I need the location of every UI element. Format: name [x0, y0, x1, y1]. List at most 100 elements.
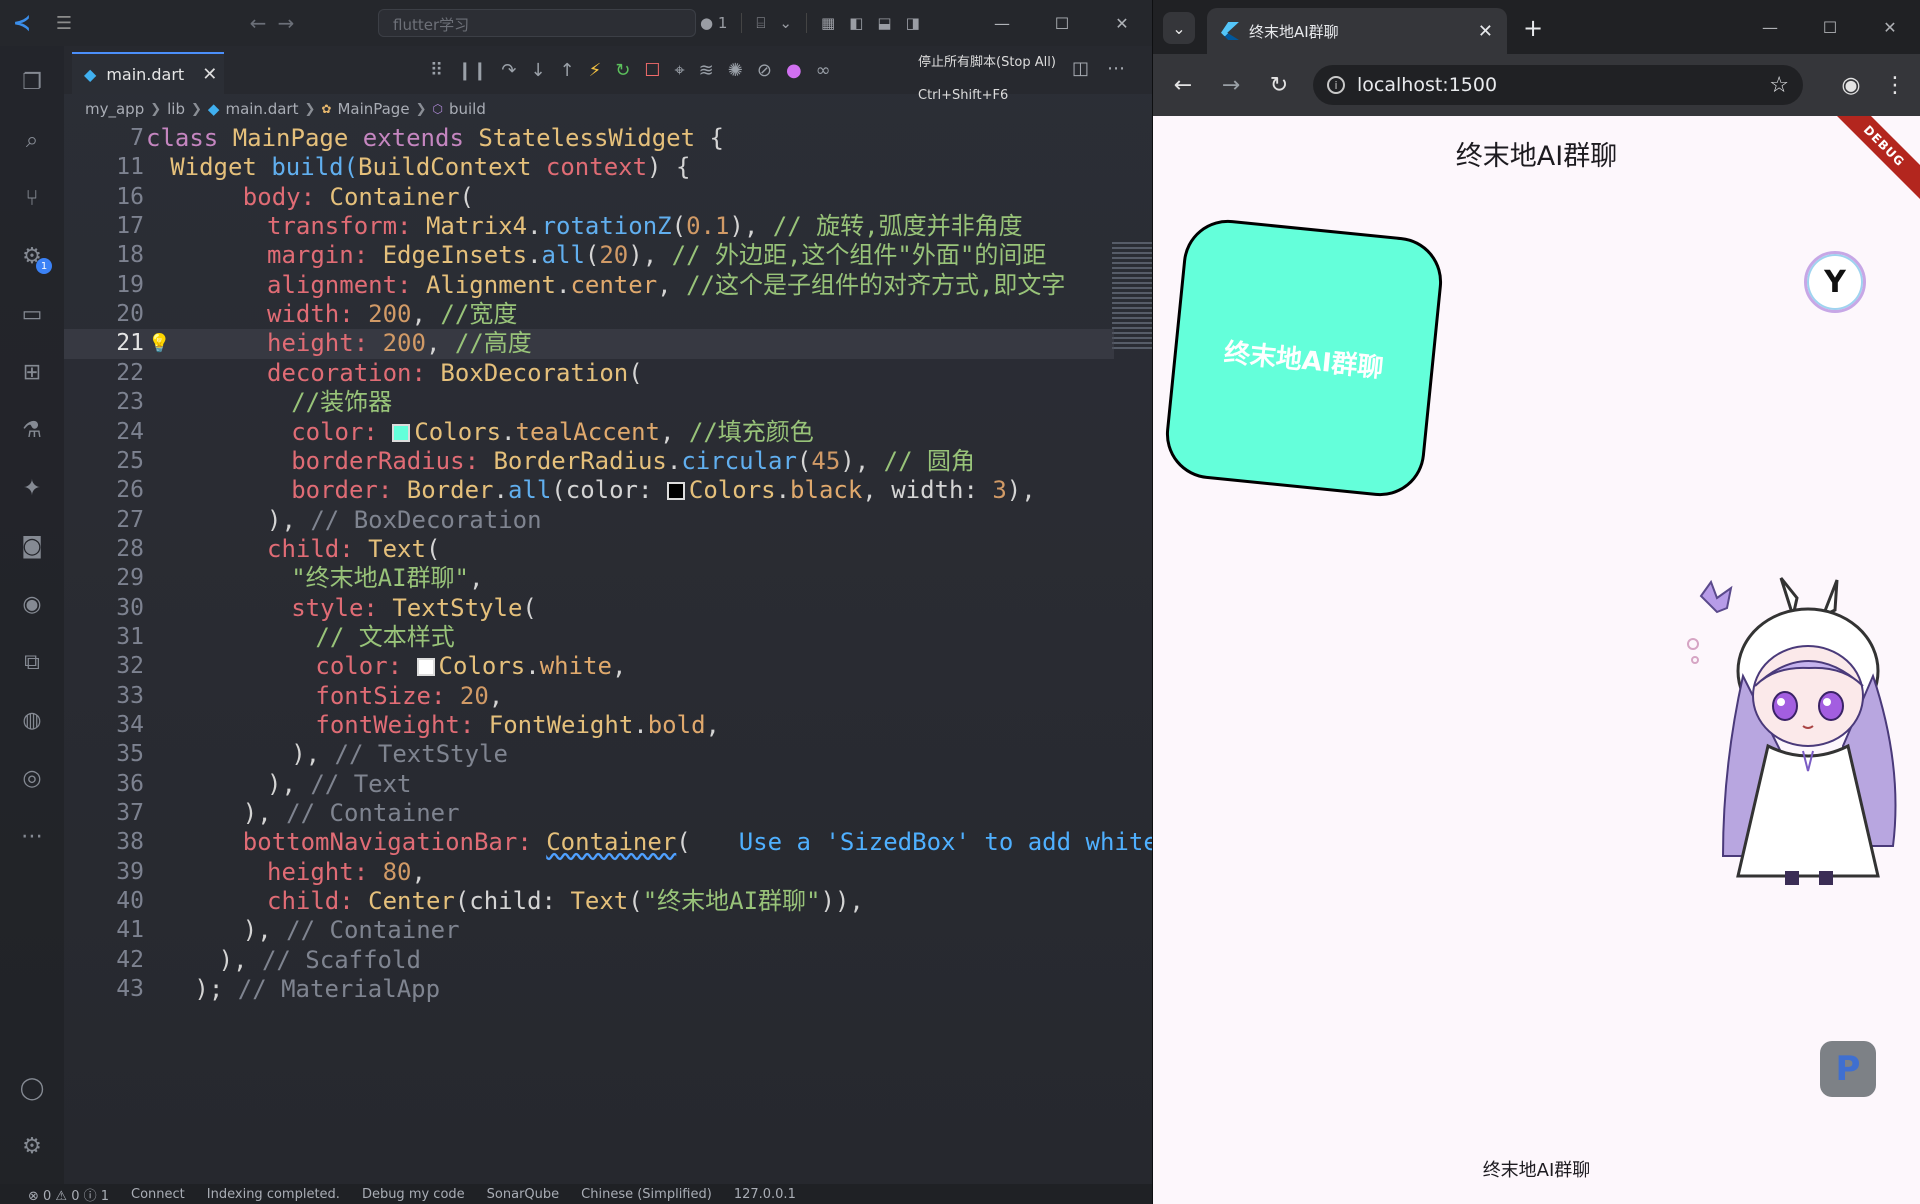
link-icon[interactable]: ∞ [816, 60, 831, 81]
line-number[interactable]: 20 [64, 300, 144, 329]
command-center-search[interactable]: flutter学习 [378, 9, 696, 37]
code-line[interactable]: 11 Widget build(BuildContext context) { [64, 153, 1114, 182]
step-out-icon[interactable]: ↑ [560, 60, 575, 81]
tab-search-chevron-icon[interactable]: ⌄ [1163, 12, 1195, 44]
code-line[interactable]: 29 "终末地AI群聊", [64, 564, 1114, 593]
source-control-icon[interactable]: ⑂ [14, 180, 50, 216]
split-editor-icon[interactable]: ◫ [1072, 58, 1089, 79]
openai-icon[interactable]: ✺ [728, 60, 743, 81]
chrome-tab[interactable]: 终末地AI群聊 ✕ [1207, 8, 1507, 54]
p-floating-button[interactable]: P [1820, 1041, 1876, 1097]
code-line[interactable]: 39 height: 80, [64, 858, 1114, 887]
flutter-outline-icon[interactable]: ≋ [699, 60, 714, 81]
code-line[interactable]: 25 borderRadius: BorderRadius.circular(45… [64, 447, 1114, 476]
settings-gear-icon[interactable]: ⚙ [14, 1128, 50, 1164]
line-number[interactable]: 38 [64, 828, 144, 857]
breadcrumb-item-main-dart[interactable]: main.dart [225, 100, 298, 118]
color-swatch[interactable] [666, 482, 685, 501]
status-host[interactable]: 127.0.0.1 [734, 1187, 796, 1202]
kebab-menu-icon[interactable]: ⋮ [1879, 69, 1911, 101]
sync-icon[interactable]: ◎ [14, 760, 50, 796]
line-number[interactable]: 31 [64, 623, 144, 652]
status-sonarqube[interactable]: SonarQube [487, 1187, 559, 1202]
line-number[interactable]: 34 [64, 711, 144, 740]
reload-icon[interactable]: ↻ [1263, 69, 1295, 101]
color-swatch[interactable] [392, 423, 411, 442]
toggle-secondary-sidebar-icon[interactable]: ◨ [906, 14, 920, 32]
forward-arrow-icon[interactable]: → [272, 11, 300, 35]
code-line[interactable]: 37), // Container [64, 799, 1114, 828]
color-swatch[interactable] [416, 658, 435, 677]
line-number[interactable]: 11 [64, 153, 144, 182]
breadcrumb-item-build[interactable]: build [449, 100, 486, 118]
flutter-icon[interactable]: ✦ [14, 470, 50, 506]
status-debug-my-code[interactable]: Debug my code [362, 1187, 465, 1202]
hot-reload-icon[interactable]: ⚡ [589, 60, 602, 81]
menu-icon[interactable]: ☰ [44, 13, 84, 34]
minimap[interactable] [1112, 242, 1152, 352]
code-line[interactable]: 33 fontSize: 20, [64, 682, 1114, 711]
line-number[interactable]: 41 [64, 916, 144, 945]
code-line[interactable]: 35), // TextStyle [64, 740, 1114, 769]
address-bar[interactable]: i localhost:1500 ☆ [1313, 65, 1803, 105]
code-line[interactable]: 30 style: TextStyle( [64, 594, 1114, 623]
line-number[interactable]: 28 [64, 535, 144, 564]
drag-handle-icon[interactable]: ⠿ [430, 60, 443, 81]
line-number[interactable]: 36 [64, 770, 144, 799]
code-line[interactable]: 41), // Container [64, 916, 1114, 945]
site-info-icon[interactable]: i [1327, 76, 1345, 94]
chevron-down-icon[interactable]: ⌄ [779, 14, 792, 32]
line-number[interactable]: 18 [64, 241, 144, 270]
line-number[interactable]: 27 [64, 506, 144, 535]
step-into-icon[interactable]: ↓ [530, 60, 545, 81]
code-line[interactable]: 7 class MainPage extends StatelessWidget … [64, 124, 1114, 153]
line-number[interactable]: 30 [64, 594, 144, 623]
bookmark-star-icon[interactable]: ☆ [1769, 73, 1789, 98]
code-line[interactable]: 26 border: Border.all(color: Colors.black… [64, 476, 1114, 505]
new-tab-plus-icon[interactable]: + [1517, 12, 1549, 44]
step-over-icon[interactable]: ↷ [501, 60, 516, 81]
code-line[interactable]: 24 color: Colors.tealAccent, //填充颜色 [64, 418, 1114, 447]
stop-icon[interactable]: ☐ [644, 60, 660, 81]
remote-explorer-icon[interactable]: ▭ [14, 296, 50, 332]
code-line[interactable]: 21 💡 height: 200, //高度 [64, 329, 1114, 359]
breadcrumb-item-my-app[interactable]: my_app [85, 100, 144, 118]
code-line[interactable]: 34 fontWeight: FontWeight.bold, [64, 711, 1114, 740]
back-arrow-icon[interactable]: ← [244, 11, 272, 35]
account-icon[interactable]: ◯ [14, 1070, 50, 1106]
code-line[interactable]: 43); // MaterialApp [64, 975, 1114, 1004]
toggle-sidebar-icon[interactable]: ◧ [849, 14, 863, 32]
devtools-icon[interactable]: ● [786, 60, 802, 81]
more-icon[interactable]: ⋯ [14, 818, 50, 854]
line-number[interactable]: 25 [64, 447, 144, 476]
forward-arrow-icon[interactable]: → [1215, 69, 1247, 101]
line-number[interactable]: 32 [64, 652, 144, 681]
line-number[interactable]: 43 [64, 975, 144, 1004]
line-number[interactable]: 26 [64, 476, 144, 505]
minimize-icon[interactable]: — [972, 0, 1032, 46]
dirty-indicator[interactable]: ● 1 [700, 14, 727, 32]
copilot-icon[interactable]: ◙ [14, 528, 50, 564]
line-number[interactable]: 23 [64, 388, 144, 417]
code-line[interactable]: 28 child: Text( [64, 535, 1114, 564]
run-debug-icon[interactable]: ⚙ 1 [14, 238, 52, 274]
close-tab-icon[interactable]: ✕ [202, 64, 217, 85]
maximize-icon[interactable]: ☐ [1032, 0, 1092, 46]
code-line[interactable]: 18 margin: EdgeInsets.all(20), // 外边距,这个组… [64, 241, 1114, 270]
code-line[interactable]: 32 color: Colors.white, [64, 652, 1114, 681]
pause-icon[interactable]: ❙❙ [457, 60, 487, 81]
more-actions-icon[interactable]: ⋯ [1107, 58, 1125, 79]
status-problems[interactable]: ⊗ 0 ⚠ 0 ⓘ 1 [28, 1185, 109, 1204]
line-number[interactable]: 39 [64, 858, 144, 887]
line-number[interactable]: 33 [64, 682, 144, 711]
status-connect[interactable]: Connect [131, 1187, 185, 1202]
line-number[interactable]: 37 [64, 799, 144, 828]
breadcrumb-item-lib[interactable]: lib [167, 100, 185, 118]
close-tab-icon[interactable]: ✕ [1478, 21, 1493, 42]
code-line[interactable]: 27), // BoxDecoration [64, 506, 1114, 535]
line-number[interactable]: 24 [64, 418, 144, 447]
line-number[interactable]: 22 [64, 359, 144, 388]
line-number[interactable]: 35 [64, 740, 144, 769]
github-icon[interactable]: ◍ [14, 702, 50, 738]
restart-icon[interactable]: ↻ [615, 60, 630, 81]
